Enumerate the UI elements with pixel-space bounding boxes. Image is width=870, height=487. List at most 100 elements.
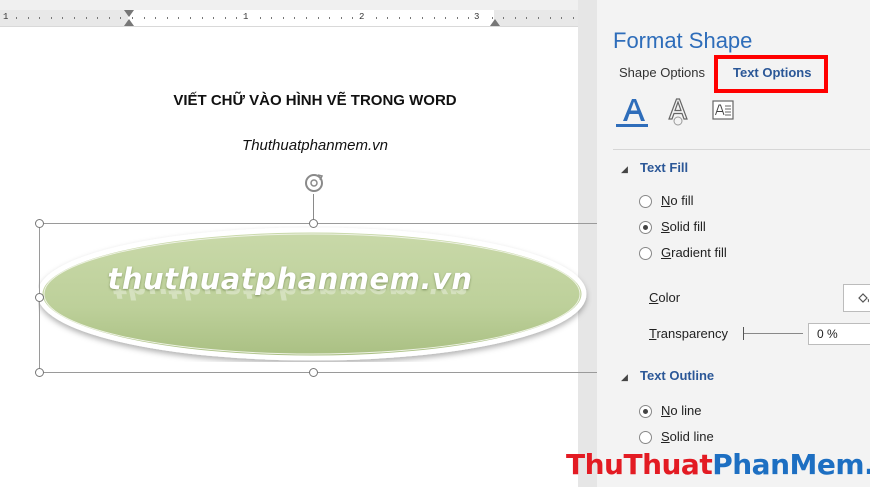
ruler-tick (294, 17, 295, 19)
ruler-tick (62, 17, 63, 19)
ruler-tick (213, 17, 214, 19)
ruler-tick (387, 17, 388, 19)
field-text: ransparency (656, 326, 729, 341)
ruler-tick (225, 17, 226, 19)
label-no-fill[interactable]: No fill (661, 193, 694, 208)
radio-no-fill[interactable] (639, 195, 652, 208)
paint-bucket-icon (858, 293, 869, 303)
watermark-part-1: ThuThuat (566, 448, 713, 481)
ruler-tick (144, 17, 145, 19)
ruler-tick (39, 17, 40, 19)
resize-handle-bottom-left[interactable] (35, 368, 44, 377)
section-text-outline[interactable]: Text Outline (640, 368, 714, 383)
hotkey-letter: G (661, 245, 672, 260)
ruler-tick (86, 17, 87, 19)
ruler-tick (97, 17, 98, 19)
ruler-mark: 2 (359, 12, 365, 22)
ruler-tick (561, 17, 562, 19)
ruler-tick (341, 17, 342, 19)
color-picker-button[interactable] (843, 284, 870, 312)
radio-solid-line[interactable] (639, 431, 652, 444)
ruler-tick (109, 17, 110, 19)
radio-solid-fill[interactable] (639, 221, 652, 234)
ruler-mark: 1 (243, 12, 249, 22)
collapse-caret-icon[interactable]: ◢ (621, 164, 628, 175)
right-indent-marker[interactable] (490, 19, 500, 26)
section-text-fill[interactable]: Text Fill (640, 160, 688, 175)
ruler-tick (16, 17, 17, 19)
option-text: olid fill (669, 219, 706, 234)
transparency-input[interactable]: 0 % (808, 323, 870, 345)
ruler-tick (167, 17, 168, 19)
ruler-tick (306, 17, 307, 19)
field-text: olor (658, 290, 681, 305)
active-icon-underline (616, 124, 648, 127)
ruler-tick (422, 17, 423, 19)
label-solid-fill[interactable]: Solid fill (661, 219, 706, 234)
icon-row-separator (613, 149, 870, 150)
ruler-tick (468, 17, 469, 19)
resize-handle-top[interactable] (309, 219, 318, 228)
label-no-line[interactable]: No line (661, 403, 701, 418)
ruler-tick (202, 17, 203, 19)
resize-handle-top-left[interactable] (35, 219, 44, 228)
label-solid-line[interactable]: Solid line (661, 429, 714, 444)
ruler-tick (457, 17, 458, 19)
ruler-tick (283, 17, 284, 19)
ruler-tick (28, 17, 29, 19)
option-text: radient fill (671, 245, 727, 260)
collapse-caret-icon[interactable]: ◢ (621, 372, 628, 383)
ruler-tick (410, 17, 411, 19)
text-effects-icon[interactable] (667, 95, 689, 127)
radio-gradient-fill[interactable] (639, 247, 652, 260)
ruler-tick (51, 17, 52, 19)
resize-handle-bottom[interactable] (309, 368, 318, 377)
ruler-tick (260, 17, 261, 19)
hotkey-letter: C (649, 290, 659, 305)
pane-title: Format Shape (613, 28, 753, 53)
option-text: o line (670, 403, 702, 418)
ruler-tick (132, 17, 133, 19)
first-line-indent-marker[interactable] (124, 10, 134, 17)
transparency-slider-thumb[interactable] (743, 327, 744, 340)
rotate-handle-icon[interactable] (303, 172, 325, 194)
document-subtitle: Thuthuatphanmem.vn (242, 137, 388, 154)
ruler-mark: 3 (474, 12, 480, 22)
tab-shape-options[interactable]: Shape Options (619, 65, 705, 80)
ruler-tick (271, 17, 272, 19)
ruler-tick (74, 17, 75, 19)
label-transparency: Transparency (649, 326, 728, 341)
ruler-tick (526, 17, 527, 19)
ruler-tick (318, 17, 319, 19)
option-text: o fill (670, 193, 694, 208)
hanging-indent-marker[interactable] (124, 19, 134, 26)
ruler-tick (550, 17, 551, 19)
hotkey-letter: N (661, 193, 671, 208)
ruler-right-margin (494, 10, 578, 26)
document-heading: VIẾT CHỮ VÀO HÌNH VẼ TRONG WORD (173, 92, 457, 109)
hotkey-letter: S (661, 219, 670, 234)
ruler-tick (190, 17, 191, 19)
ruler-tick (236, 17, 237, 19)
textbox-layout-icon[interactable] (712, 95, 734, 127)
ruler-tick (573, 17, 574, 19)
label-gradient-fill[interactable]: Gradient fill (661, 245, 727, 260)
ruler-tick (178, 17, 179, 19)
ruler-tick (120, 17, 121, 19)
text-fill-outline-icon[interactable] (621, 95, 647, 127)
ruler-tick (155, 17, 156, 19)
option-text: olid line (669, 429, 714, 444)
transparency-slider-track[interactable] (743, 333, 803, 334)
ruler-tick (376, 17, 377, 19)
horizontal-ruler[interactable]: 1 1 2 3 (0, 10, 578, 27)
watermark-part-2: PhanMem.vn (712, 448, 870, 481)
ruler-top-gap (0, 0, 597, 10)
ruler-mark: 1 (3, 12, 9, 22)
ruler-tick (503, 17, 504, 19)
ruler-tick (492, 17, 493, 19)
shape-selection-box (39, 223, 597, 373)
radio-no-line[interactable] (639, 405, 652, 418)
site-watermark: ThuThuatPhanMem.vn (566, 448, 870, 481)
resize-handle-left[interactable] (35, 293, 44, 302)
ruler-tick (329, 17, 330, 19)
